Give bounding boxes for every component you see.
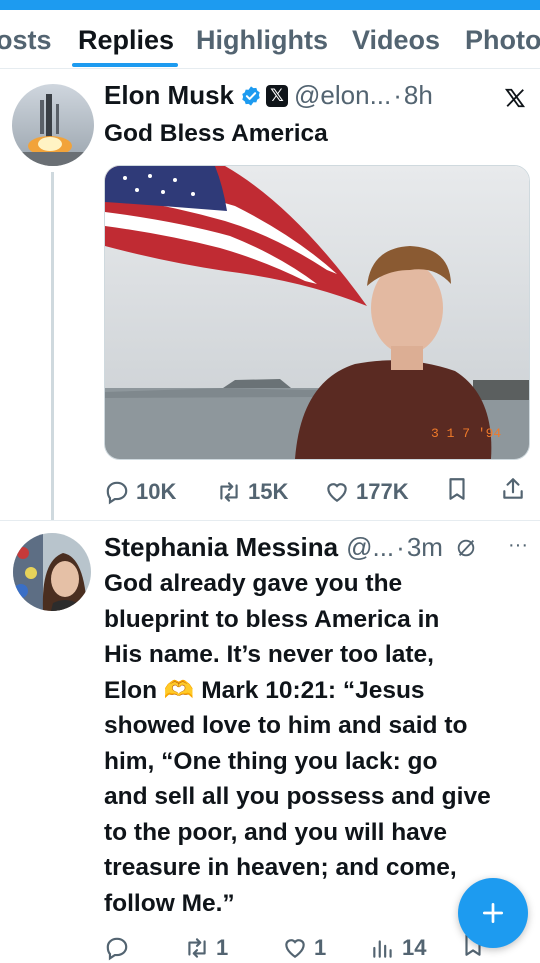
reply-view-count: 14 <box>402 934 427 960</box>
reply-actions: 1 1 14 <box>104 932 530 963</box>
divider <box>0 520 540 521</box>
photo-flag-portrait: 3 1 7 '94 <box>105 166 529 459</box>
reply-text-line: treasure in heaven; and come, <box>104 854 457 881</box>
bookmark-button[interactable] <box>444 476 500 507</box>
avatar-elon[interactable] <box>12 84 94 166</box>
tweet-photo[interactable]: 3 1 7 '94 <box>104 165 530 460</box>
active-tab-indicator <box>72 63 178 67</box>
status-bar-strip <box>0 0 540 10</box>
grok-icon[interactable] <box>455 537 477 559</box>
plus-icon <box>482 902 504 924</box>
x-logo-icon <box>504 88 526 108</box>
reply-like-button[interactable]: 1 <box>282 935 370 961</box>
reply-text-line: and sell all you possess and give <box>104 783 491 810</box>
views-chart-icon <box>373 939 392 958</box>
reply-author-handle[interactable]: @... <box>346 532 394 563</box>
tweet-actions: 10K 15K 177K <box>104 476 530 507</box>
reply-reply-button[interactable] <box>104 935 184 961</box>
tab-posts[interactable]: osts <box>0 25 52 56</box>
reply-text-line: him, “One thing you lack: go <box>104 747 438 775</box>
tweet-text: God Bless America <box>104 120 328 147</box>
reply-icon <box>106 937 128 960</box>
reply-button[interactable]: 10K <box>104 479 216 505</box>
author-handle[interactable]: @elon... <box>294 80 391 111</box>
reply-retweet-button[interactable]: 1 <box>184 935 282 961</box>
share-button[interactable] <box>500 476 526 507</box>
reply-header-dot: · <box>396 532 405 562</box>
bookmark-icon <box>449 478 465 500</box>
more-options-icon[interactable]: ··· <box>508 534 528 557</box>
heart-icon <box>327 482 347 502</box>
reply-text-line: Elon 🫶 Mark 10:21: “Jesus <box>104 676 425 704</box>
reply-count: 10K <box>136 478 177 504</box>
tab-highlights[interactable]: Highlights <box>196 25 328 56</box>
like-button[interactable]: 177K <box>324 479 444 505</box>
reply-text-line: showed love to him and said to <box>104 712 468 739</box>
thread-connector <box>51 172 54 520</box>
retweet-icon <box>220 481 238 502</box>
retweet-icon <box>188 937 206 958</box>
reply-text-line: His name. It’s never too late, <box>104 641 434 668</box>
reply-text: God already gave you the blueprint to bl… <box>104 566 534 921</box>
verified-badge-icon <box>242 85 260 106</box>
tab-videos[interactable]: Videos <box>352 25 440 56</box>
compose-post-button[interactable] <box>458 878 528 948</box>
tab-replies[interactable]: Replies <box>78 25 174 56</box>
profile-tabs: osts Replies Highlights Videos Photo <box>0 10 540 69</box>
retweet-count: 15K <box>248 478 289 504</box>
author-name[interactable]: Elon Musk <box>104 80 234 111</box>
tab-photos[interactable]: Photo <box>465 25 540 56</box>
rocket-launch-avatar <box>12 84 94 166</box>
photo-date-stamp: 3 1 7 '94 <box>431 426 501 441</box>
profile-photo-avatar <box>13 533 91 611</box>
like-count: 177K <box>356 478 409 504</box>
reply-text-line: God already gave you the <box>104 570 403 597</box>
x-affiliate-icon: 𝕏 <box>266 84 289 107</box>
header-dot: · <box>393 80 402 110</box>
reply-text-line: to the poor, and you will have <box>104 818 448 846</box>
avatar-stephania[interactable] <box>13 533 91 611</box>
reply-views-button[interactable]: 14 <box>370 935 460 961</box>
tweet-header: Elon Musk 𝕏 @elon... · 8h <box>104 80 433 111</box>
reply-text-line: blueprint to bless America in <box>104 605 440 633</box>
tweet-time[interactable]: 8h <box>404 80 433 111</box>
share-icon <box>503 478 523 499</box>
reply-retweet-count: 1 <box>216 934 229 960</box>
reply-like-count: 1 <box>314 934 327 960</box>
retweet-button[interactable]: 15K <box>216 479 324 505</box>
reply-icon <box>106 481 128 504</box>
heart-icon <box>285 938 305 958</box>
reply-header: Stephania Messina @... · 3m <box>104 532 477 563</box>
reply-time[interactable]: 3m <box>407 532 443 563</box>
reply-author-name[interactable]: Stephania Messina <box>104 532 338 563</box>
